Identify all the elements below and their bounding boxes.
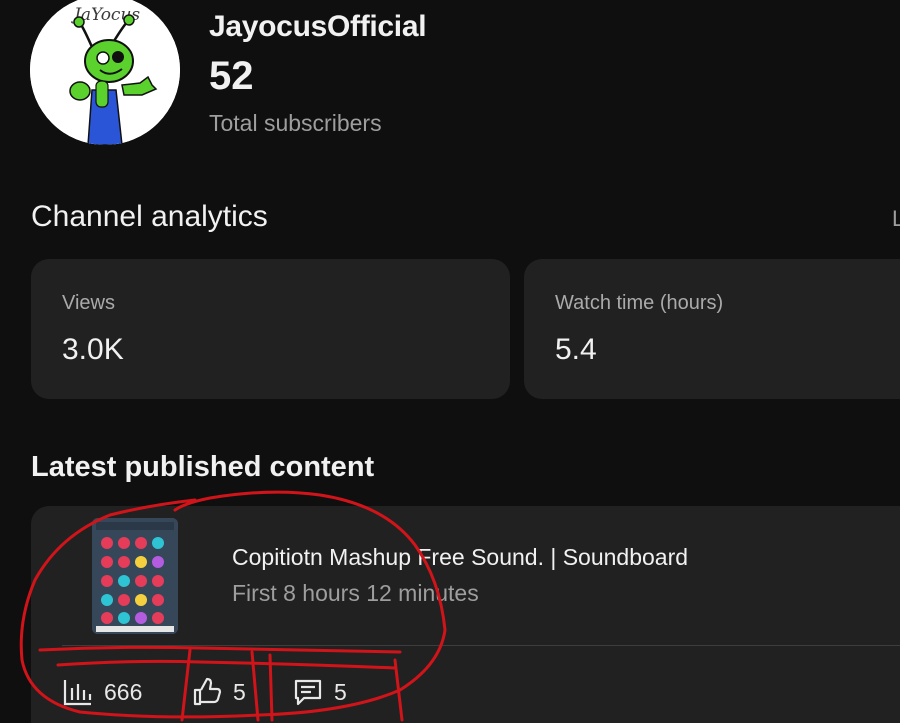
views-label: Views: [62, 292, 115, 314]
video-thumbnail[interactable]: [92, 518, 178, 634]
alien-avatar-icon: JaYocus: [30, 0, 180, 145]
video-performance-period: First 8 hours 12 minutes: [232, 580, 479, 606]
card-divider: [62, 645, 900, 646]
latest-video-card[interactable]: Copitiotn Mashup Free Sound. | Soundboar…: [31, 506, 900, 723]
channel-analytics-title: Channel analytics: [31, 200, 268, 233]
subscriber-label: Total subscribers: [209, 110, 382, 136]
bar-chart-icon: [63, 680, 92, 706]
subscriber-count: 52: [209, 54, 254, 98]
comment-icon: [294, 679, 322, 706]
watch-time-card[interactable]: Watch time (hours) 5.4: [524, 259, 900, 399]
video-likes-count: 5: [233, 678, 246, 705]
channel-dashboard: JaYocus JayocusOfficial 52 Total subscri…: [0, 0, 900, 723]
video-comments-stat[interactable]: 5: [292, 674, 347, 710]
watch-time-label: Watch time (hours): [555, 292, 724, 314]
views-card[interactable]: Views 3.0K: [31, 259, 510, 399]
thumbs-up-icon: [193, 677, 222, 706]
video-likes-stat[interactable]: 5: [191, 674, 246, 710]
see-more-link[interactable]: L: [892, 206, 900, 232]
views-value: 3.0K: [62, 333, 124, 366]
video-comments-count: 5: [334, 678, 347, 705]
soundboard-thumbnail-icon: [92, 518, 178, 634]
watch-time-value: 5.4: [555, 333, 597, 366]
video-views-stat[interactable]: 666: [62, 674, 142, 710]
latest-content-title: Latest published content: [31, 451, 375, 483]
channel-name: JayocusOfficial: [209, 10, 427, 43]
channel-avatar[interactable]: JaYocus: [30, 0, 180, 145]
video-title[interactable]: Copitiotn Mashup Free Sound. | Soundboar…: [232, 544, 688, 571]
video-views-count: 666: [104, 678, 143, 705]
